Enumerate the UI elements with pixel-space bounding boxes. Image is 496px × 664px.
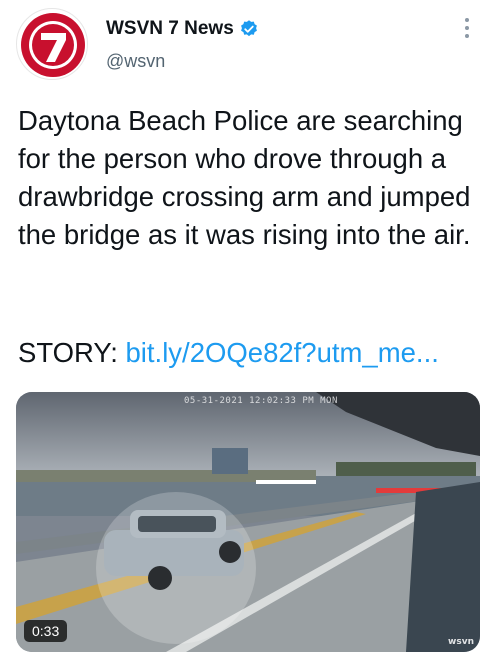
video-watermark: wsvn [448, 637, 474, 647]
verified-badge-icon [240, 20, 257, 37]
tweet-header: WSVN 7 News @wsvn [0, 0, 496, 92]
vertical-ellipsis-icon[interactable] [460, 18, 474, 40]
author-display-name[interactable]: WSVN 7 News [106, 18, 234, 40]
video-player[interactable]: 05-31-2021 12:02:33 PM MON 0:33 wsvn [16, 392, 480, 652]
wsvn-7-logo-icon [21, 13, 85, 77]
author-name-row: WSVN 7 News [106, 18, 259, 40]
story-label: STORY: [18, 337, 126, 368]
story-link[interactable]: bit.ly/2OQe82f?utm_me... [126, 337, 439, 368]
story-line: STORY: bit.ly/2OQe82f?utm_me... [18, 334, 439, 372]
video-thumbnail [16, 392, 480, 652]
camera-timestamp: 05-31-2021 12:02:33 PM MON [184, 396, 338, 406]
tweet-text: Daytona Beach Police are searching for t… [18, 105, 471, 250]
author-avatar[interactable] [16, 8, 88, 80]
author-handle[interactable]: @wsvn [106, 51, 165, 72]
video-duration-badge: 0:33 [24, 620, 68, 642]
